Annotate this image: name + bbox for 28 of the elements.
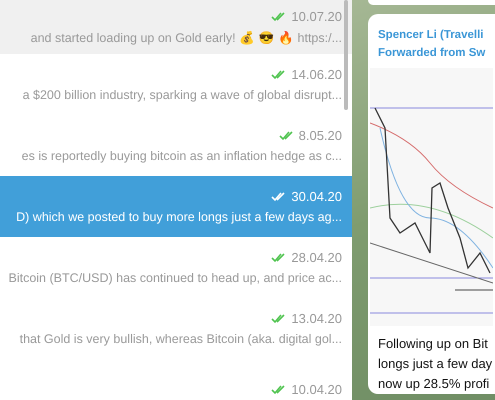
- message-date: 28.04.20: [291, 250, 342, 265]
- message-preview: D) which we posted to buy more longs just a few days ag...: [16, 210, 342, 224]
- double-check-icon: [271, 314, 288, 324]
- message-date: 10.04.20: [291, 382, 342, 397]
- double-check-icon: [271, 252, 288, 262]
- message-date: 30.04.20: [291, 189, 342, 204]
- message-text: longs just a few day: [378, 355, 494, 373]
- message-date: 13.04.20: [291, 311, 342, 326]
- message-preview: that Gold is very bullish, whereas Bitcoin (aka. digital gol...: [20, 332, 342, 346]
- scrollbar[interactable]: [344, 0, 348, 110]
- sender-name[interactable]: Spencer Li (Travelli: [378, 26, 495, 44]
- message-preview: and started loading up on Gold early! 💰 😎 🔥 https:/...: [30, 30, 342, 45]
- chat-row[interactable]: 10.07.20 and started loading up on Gold early! 💰 😎 🔥 https:/...: [0, 0, 352, 54]
- message-date: 10.07.20: [291, 9, 342, 24]
- message-preview: es is reportedly buying bitcoin as an inflation hedge as c...: [22, 149, 342, 163]
- message-preview: a $200 billion industry, sparking a wave of global disrupt...: [22, 88, 342, 102]
- double-check-icon: [271, 384, 288, 394]
- double-check-icon: [271, 192, 288, 202]
- double-check-icon: [278, 130, 295, 140]
- double-check-icon: [271, 70, 288, 80]
- message-text: now up 28.5% profi: [378, 375, 490, 393]
- message-date: 8.05.20: [298, 128, 342, 143]
- chat-row[interactable]: 30.04.20 D) which we posted to buy more longs just a few days ag...: [0, 176, 352, 237]
- forwarded-from[interactable]: Forwarded from Sw: [378, 44, 495, 62]
- message-text: Following up on Bit: [378, 335, 489, 353]
- message-date: 14.06.20: [291, 67, 342, 82]
- message-preview: Bitcoin (BTC/USD) has continued to head up, and price ac...: [8, 271, 342, 285]
- double-check-icon: [271, 12, 288, 22]
